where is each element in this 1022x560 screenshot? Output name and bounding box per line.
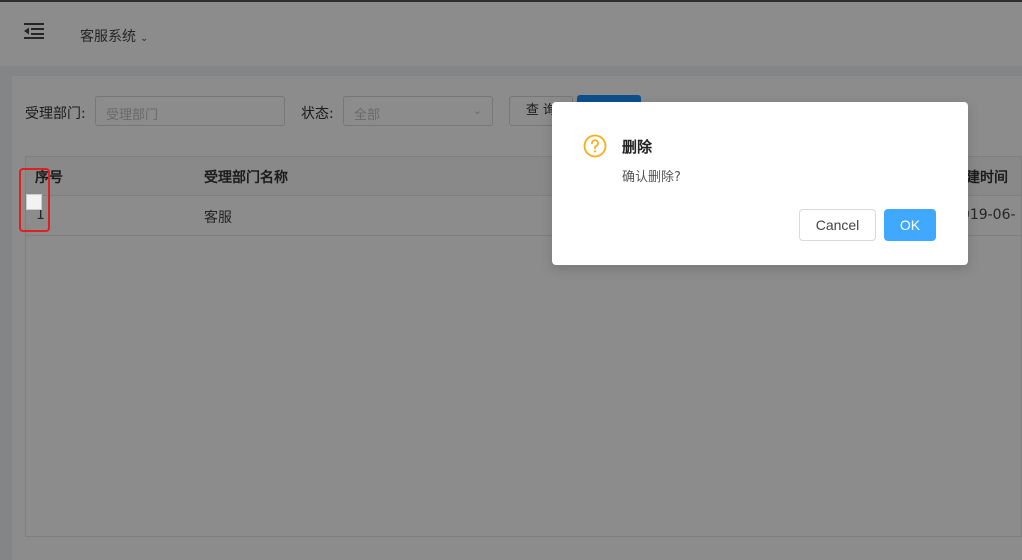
row-checkbox[interactable] — [26, 194, 42, 210]
modal-mask[interactable] — [0, 0, 1022, 560]
dialog-title: 删除 — [622, 138, 653, 156]
ok-button[interactable]: OK — [884, 209, 936, 241]
dialog-message: 确认删除? — [622, 170, 681, 185]
cancel-button[interactable]: Cancel — [799, 209, 876, 241]
confirm-delete-dialog: 删除 确认删除? Cancel OK — [552, 102, 968, 265]
question-circle-icon — [583, 134, 607, 158]
